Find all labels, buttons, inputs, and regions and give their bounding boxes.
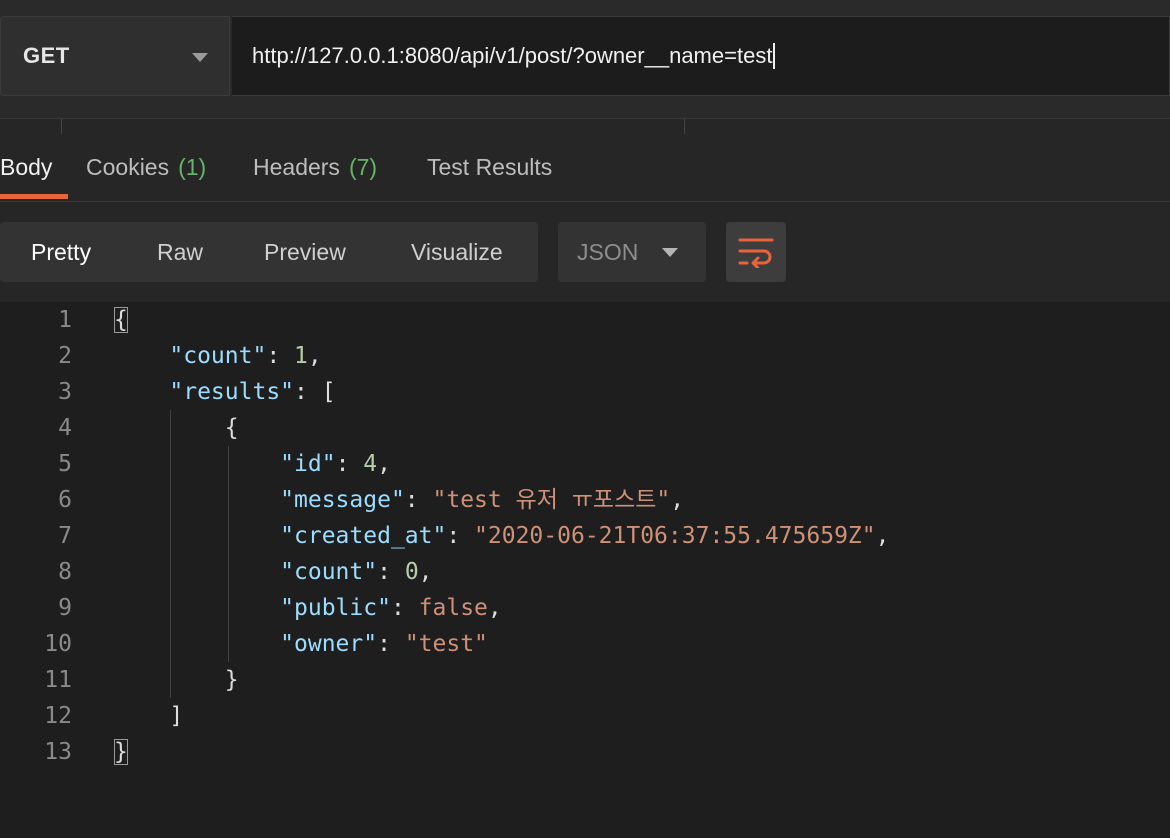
response-toolbar: Pretty Raw Preview Visualize JSON xyxy=(0,202,1170,302)
pane-splitter[interactable] xyxy=(0,118,1170,135)
code-line: 8 "count": 0, xyxy=(0,554,1170,590)
chevron-down-icon xyxy=(662,248,678,257)
url-input[interactable]: http://127.0.0.1:8080/api/v1/post/?owner… xyxy=(232,16,1170,96)
tab-test-results-label: Test Results xyxy=(427,154,553,180)
line-number: 5 xyxy=(58,451,72,477)
text-cursor xyxy=(773,43,776,69)
code-line: 7 "created_at": "2020-06-21T06:37:55.475… xyxy=(0,518,1170,554)
code-content: "count": 0, xyxy=(280,559,433,585)
code-line: 11 } xyxy=(0,662,1170,698)
wrap-lines-button[interactable] xyxy=(726,222,786,282)
code-line: 6 "message": "test 유저 ㅠ포스트", xyxy=(0,482,1170,518)
tab-headers-label: Headers xyxy=(253,154,340,180)
tab-body[interactable]: Body xyxy=(0,134,68,201)
method-label: GET xyxy=(23,43,70,68)
request-bar: GET http://127.0.0.1:8080/api/v1/post/?o… xyxy=(0,16,1170,96)
code-line: 10 "owner": "test" xyxy=(0,626,1170,662)
view-mode-group: Pretty Raw Preview Visualize xyxy=(0,222,538,282)
window-top-strip xyxy=(0,0,1170,16)
method-select[interactable]: GET xyxy=(0,16,230,96)
code-line: 1 { xyxy=(0,302,1170,338)
view-pretty-button[interactable]: Pretty xyxy=(31,222,91,282)
headers-count: (7) xyxy=(348,154,378,180)
line-number: 11 xyxy=(44,667,72,693)
response-body-editor[interactable]: 1 { 2 "count": 1, 3 "results": [ 4 { 5 "… xyxy=(0,302,1170,838)
format-select[interactable]: JSON xyxy=(558,222,706,282)
line-number: 1 xyxy=(58,307,72,333)
line-number: 3 xyxy=(58,379,72,405)
code-line: 3 "results": [ xyxy=(0,374,1170,410)
code-line: 2 "count": 1, xyxy=(0,338,1170,374)
line-number: 4 xyxy=(58,415,72,441)
code-content: "owner": "test" xyxy=(280,631,488,657)
line-number: 12 xyxy=(44,703,72,729)
line-number: 13 xyxy=(44,739,72,765)
tab-cookies-label: Cookies xyxy=(86,154,170,180)
splitter-mark xyxy=(61,119,62,135)
code-content: { xyxy=(114,307,128,333)
code-content: ] xyxy=(169,703,184,729)
code-content: } xyxy=(224,667,239,693)
line-number: 6 xyxy=(58,487,72,513)
code-content: "id": 4, xyxy=(280,451,391,477)
code-content: "results": [ xyxy=(169,379,336,405)
request-gap xyxy=(0,96,1170,118)
view-visualize-button[interactable]: Visualize xyxy=(411,222,503,282)
tab-test-results[interactable]: Test Results xyxy=(427,134,552,201)
tab-cookies[interactable]: Cookies (1) xyxy=(86,134,206,201)
view-preview-button[interactable]: Preview xyxy=(264,222,346,282)
code-content: "message": "test 유저 ㅠ포스트", xyxy=(280,487,685,513)
line-number: 2 xyxy=(58,343,72,369)
tab-body-label: Body xyxy=(0,154,53,180)
splitter-mark xyxy=(684,119,685,135)
response-tabs: Body Cookies (1) Headers (7) Test Result… xyxy=(0,134,1170,202)
line-number: 7 xyxy=(58,523,72,549)
code-content: "created_at": "2020-06-21T06:37:55.47565… xyxy=(280,523,890,549)
chevron-down-icon xyxy=(192,53,208,62)
code-line: 9 "public": false, xyxy=(0,590,1170,626)
line-number: 9 xyxy=(58,595,72,621)
code-line: 13 } xyxy=(0,734,1170,770)
code-content: } xyxy=(114,739,128,765)
cookies-count: (1) xyxy=(178,154,207,180)
format-label: JSON xyxy=(577,238,639,265)
line-number: 10 xyxy=(44,631,72,657)
code-line: 12 ] xyxy=(0,698,1170,734)
active-tab-indicator xyxy=(0,194,68,199)
view-raw-button[interactable]: Raw xyxy=(157,222,203,282)
code-content: "public": false, xyxy=(280,595,502,621)
url-text: http://127.0.0.1:8080/api/v1/post/?owner… xyxy=(252,43,773,68)
code-content: "count": 1, xyxy=(169,343,322,369)
code-line: 5 "id": 4, xyxy=(0,446,1170,482)
tab-headers[interactable]: Headers (7) xyxy=(253,134,377,201)
wrap-lines-icon xyxy=(738,238,774,268)
code-line: 4 { xyxy=(0,410,1170,446)
code-content: { xyxy=(224,415,239,441)
line-number: 8 xyxy=(58,559,72,585)
